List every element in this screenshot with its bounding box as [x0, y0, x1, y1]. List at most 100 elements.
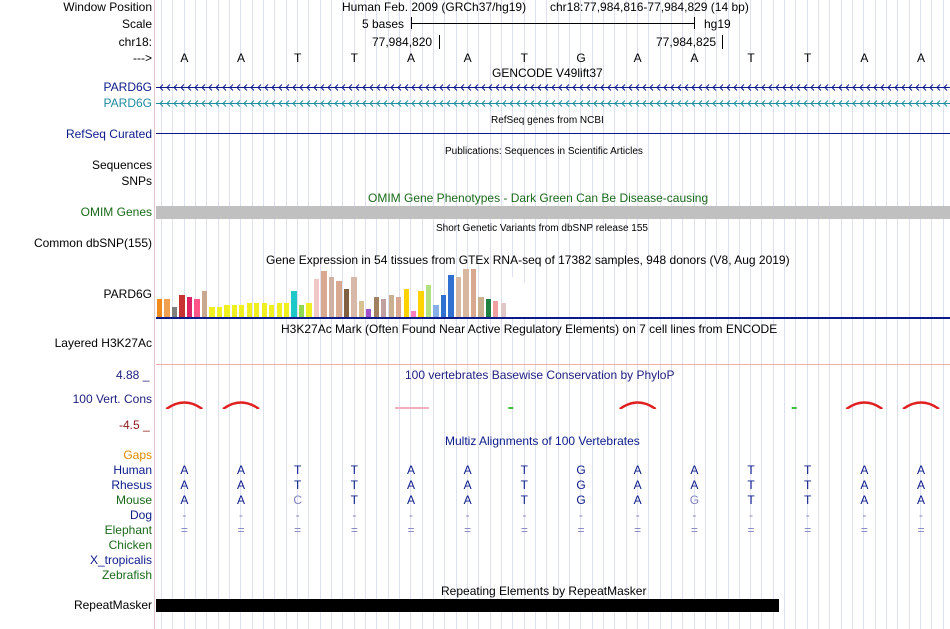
- h3k27ac-label[interactable]: Layered H3K27Ac: [55, 336, 152, 351]
- gtex-tissue-bar[interactable]: [425, 285, 432, 317]
- multiz-base: A: [236, 463, 245, 477]
- gtex-tissue-bar[interactable]: [500, 303, 506, 317]
- gtex-tissue-bar[interactable]: [321, 271, 327, 317]
- omim-feature[interactable]: [156, 206, 950, 219]
- gtex-tissue-bar[interactable]: [291, 291, 297, 317]
- gtex-tissue-bar[interactable]: [201, 291, 208, 317]
- multiz-species-label[interactable]: Human: [113, 463, 152, 478]
- pubs-sequences-label[interactable]: Sequences: [92, 158, 152, 173]
- gencode-pard6g-label[interactable]: PARD6G: [104, 80, 152, 95]
- gtex-tissue-bar[interactable]: [239, 305, 245, 317]
- multiz-base: A: [860, 478, 869, 492]
- gtex-tissue-bar[interactable]: [276, 303, 282, 317]
- gtex-tissue-bar[interactable]: [455, 277, 462, 317]
- multiz-species-label[interactable]: Mouse: [116, 493, 152, 508]
- gtex-label[interactable]: PARD6G: [104, 287, 152, 302]
- gene-strand-line: [156, 84, 950, 91]
- gtex-tissue-bar[interactable]: [186, 297, 193, 317]
- gtex-tissue-bar[interactable]: [171, 307, 178, 317]
- gtex-bar-chart[interactable]: [156, 268, 950, 317]
- gtex-tissue-bar[interactable]: [164, 299, 170, 317]
- gtex-tissue-bar[interactable]: [246, 303, 252, 317]
- gtex-tissue-bar[interactable]: [336, 281, 342, 317]
- gtex-tissue-bar[interactable]: [157, 299, 163, 317]
- gtex-title[interactable]: Gene Expression in 54 tissues from GTEx …: [266, 253, 790, 268]
- gtex-tissue-bar[interactable]: [306, 303, 312, 317]
- gtex-tissue-bar[interactable]: [463, 269, 469, 317]
- dbsnp-title[interactable]: Short Genetic Variants from dbSNP releas…: [436, 223, 648, 235]
- gtex-tissue-bar[interactable]: [254, 303, 260, 317]
- multiz-base: -: [862, 508, 867, 522]
- gtex-tissue-bar[interactable]: [418, 291, 424, 317]
- gtex-tissue-bar[interactable]: [209, 307, 215, 317]
- sequence-base: T: [350, 51, 359, 65]
- dbsnp-label[interactable]: Common dbSNP(155): [34, 236, 152, 251]
- multiz-species-label[interactable]: X_tropicalis: [90, 553, 152, 568]
- gtex-tissue-bar[interactable]: [216, 307, 223, 317]
- gencode-pard6g-label-2[interactable]: PARD6G: [104, 96, 152, 111]
- gtex-tissue-bar[interactable]: [194, 299, 200, 317]
- gtex-tissue-bar[interactable]: [515, 277, 521, 317]
- multiz-species-label[interactable]: Dog: [130, 508, 152, 523]
- position-text: chr18:77,984,816-77,984,829 (14 bp): [550, 0, 749, 14]
- refseq-label[interactable]: RefSeq Curated: [66, 127, 152, 142]
- gtex-tissue-bar[interactable]: [328, 277, 335, 317]
- gtex-tissue-bar[interactable]: [373, 297, 379, 317]
- gtex-tissue-bar[interactable]: [313, 279, 320, 317]
- gtex-tissue-bar[interactable]: [485, 299, 491, 317]
- gencode-pard6g-feature[interactable]: [156, 81, 950, 94]
- multiz-species-label[interactable]: Zebrafish: [102, 568, 152, 583]
- multiz-base: =: [577, 523, 585, 537]
- cons-label[interactable]: 100 Vert. Cons: [73, 392, 152, 407]
- h3k27ac-title[interactable]: H3K27Ac Mark (Often Found Near Active Re…: [281, 322, 777, 337]
- gencode-title[interactable]: GENCODE V49lift37: [492, 66, 603, 81]
- multiz-base: =: [520, 523, 528, 537]
- gtex-tissue-bar[interactable]: [440, 295, 447, 317]
- gtex-tissue-bar[interactable]: [224, 305, 230, 317]
- gtex-tissue-bar[interactable]: [448, 275, 454, 317]
- multiz-base: -: [182, 508, 187, 522]
- refseq-feature-line[interactable]: [156, 133, 950, 134]
- gtex-tissue-bar[interactable]: [179, 295, 185, 317]
- gtex-tissue-bar[interactable]: [470, 269, 477, 317]
- gtex-tissue-bar[interactable]: [433, 305, 439, 317]
- gtex-tissue-bar[interactable]: [283, 303, 290, 317]
- gtex-tissue-bar[interactable]: [231, 305, 237, 317]
- multiz-species-label[interactable]: Elephant: [105, 523, 152, 538]
- multiz-base: -: [239, 508, 243, 522]
- cons-peak: [902, 401, 940, 411]
- omim-label[interactable]: OMIM Genes: [81, 205, 152, 220]
- gtex-tissue-bar[interactable]: [358, 301, 364, 317]
- gencode-pard6g-feature-2[interactable]: [156, 97, 950, 110]
- gtex-tissue-bar[interactable]: [523, 283, 529, 317]
- multiz-base: A: [917, 463, 926, 477]
- rmsk-label[interactable]: RepeatMasker: [74, 598, 152, 613]
- gtex-tissue-bar[interactable]: [269, 305, 275, 317]
- multiz-species-label[interactable]: Chicken: [109, 538, 152, 553]
- multiz-species-label[interactable]: Gaps: [123, 448, 152, 463]
- gtex-tissue-bar[interactable]: [493, 301, 499, 317]
- gtex-tissue-bar[interactable]: [343, 289, 350, 317]
- multiz-title[interactable]: Multiz Alignments of 100 Vertebrates: [445, 434, 640, 449]
- gtex-tissue-bar[interactable]: [351, 277, 357, 317]
- gtex-tissue-bar[interactable]: [478, 297, 484, 317]
- gtex-tissue-bar[interactable]: [388, 295, 394, 317]
- cons-title[interactable]: 100 vertebrates Basewise Conservation by…: [405, 368, 674, 383]
- omim-title[interactable]: OMIM Gene Phenotypes - Dark Green Can Be…: [368, 191, 708, 206]
- refseq-title[interactable]: RefSeq genes from NCBI: [491, 115, 604, 127]
- rmsk-title[interactable]: Repeating Elements by RepeatMasker: [441, 584, 646, 599]
- gtex-tissue-bar[interactable]: [261, 303, 267, 317]
- gtex-tissue-bar[interactable]: [298, 305, 305, 317]
- gtex-tissue-bar[interactable]: [366, 309, 372, 317]
- pubs-title[interactable]: Publications: Sequences in Scientific Ar…: [445, 146, 643, 158]
- gtex-tissue-bar[interactable]: [381, 299, 387, 317]
- multiz-base: A: [180, 478, 189, 492]
- gtex-tissue-bar[interactable]: [403, 289, 409, 317]
- multiz-species-label[interactable]: Rhesus: [111, 478, 152, 493]
- gtex-tissue-bar[interactable]: [508, 277, 514, 317]
- gtex-tissue-bar[interactable]: [396, 297, 402, 317]
- pubs-snps-label[interactable]: SNPs: [121, 174, 152, 189]
- scale-bar: [411, 23, 694, 24]
- rmsk-feature[interactable]: [156, 599, 779, 612]
- cons-signal[interactable]: [156, 396, 950, 411]
